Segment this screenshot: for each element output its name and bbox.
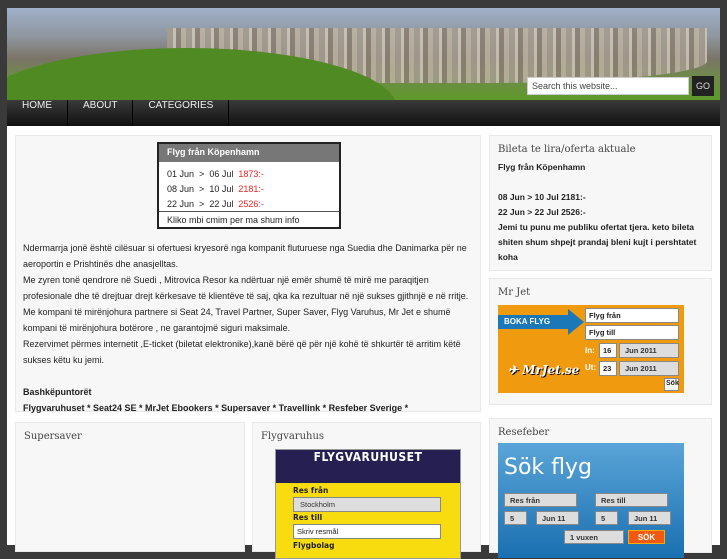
price: 2526:- <box>238 199 264 209</box>
day2-select[interactable]: 5 <box>595 511 618 525</box>
offer-table[interactable]: Flyg från Köpenhamn 01 Jun > 06 Jul 1873… <box>157 142 341 229</box>
mrjet-form: BOKA FLYG Flyg från Flyg till In: 16 Jun… <box>498 305 684 393</box>
month2-select[interactable]: Jun 11 <box>628 511 671 525</box>
passengers-select[interactable]: 1 vuxen <box>564 530 624 544</box>
flygvaruhuset-form: FLYGVARUHUSET Res från Stockholm Res til… <box>275 449 461 559</box>
sep: > <box>199 169 205 179</box>
widget-title: Resefeber <box>498 427 550 438</box>
airline-label: Flygbolag <box>293 541 335 550</box>
main-content: Flyg från Köpenhamn 01 Jun > 06 Jul 1873… <box>15 135 481 413</box>
partners-list[interactable]: Flygvaruhuset * Seat24 SE * MrJet Ebooke… <box>23 400 478 416</box>
paragraph: Me kompani të mirënjohura partnere si Se… <box>23 307 451 333</box>
arrow-icon <box>568 309 584 335</box>
header-banner: Search this website... GO <box>7 8 720 100</box>
offer-line: Flyg från Köpenhamn <box>498 162 586 172</box>
price: 1873:- <box>238 169 264 179</box>
out-day-input[interactable]: 23 <box>599 361 617 376</box>
resefeber-form: Sök flyg Res från Res till 5 Jun 11 5 Ju… <box>498 443 684 558</box>
sok-button[interactable]: Sök <box>664 378 679 391</box>
from-select[interactable]: Stockholm <box>293 497 441 512</box>
resefeber-widget: Resefeber Sök flyg Res från Res till 5 J… <box>489 418 712 558</box>
flyg-till-input[interactable]: Flyg till <box>585 325 679 340</box>
to-label: Res till <box>293 513 323 522</box>
offer-line: Jemi tu punu me publiku ofertat tjera. k… <box>498 222 697 262</box>
in-day-input[interactable]: 16 <box>599 343 617 358</box>
partners-title: Bashkëpuntorët <box>23 387 92 397</box>
widget-title: Supersaver <box>24 431 82 442</box>
price: 2181:- <box>238 184 264 194</box>
to-input[interactable]: Skriv resmål <box>293 524 441 539</box>
offer-line: 22 Jun > 22 Jul 2526:- <box>498 207 586 217</box>
offer-row[interactable]: 08 Jun > 10 Jul 2181:- <box>159 181 339 196</box>
from-label: Res från <box>293 486 329 495</box>
date-to: 22 Jul <box>209 199 234 209</box>
search-input[interactable]: Search this website... <box>527 77 689 95</box>
widget-title: Bileta te lira/oferta aktuale <box>498 144 636 155</box>
nav-categories[interactable]: CATEGORIES <box>133 100 230 126</box>
nav-home[interactable]: HOME <box>7 100 68 126</box>
res-till-select[interactable]: Res till <box>595 493 668 507</box>
sok-button[interactable]: SÖK <box>628 530 665 544</box>
month1-select[interactable]: Jun 11 <box>536 511 579 525</box>
boka-flyg-banner: BOKA FLYG <box>498 315 568 329</box>
page: Search this website... GO HOME ABOUT CAT… <box>7 8 720 559</box>
flygvaruhuset-logo: FLYGVARUHUSET <box>276 450 460 483</box>
in-month-select[interactable]: Jun 2011 <box>619 343 679 358</box>
date-from: 22 Jun <box>167 199 195 209</box>
offer-row[interactable]: 01 Jun > 06 Jul 1873:- <box>159 166 339 181</box>
paragraph: Ndermarrja jonë është cilësuar si ofertu… <box>23 243 467 269</box>
offers-widget: Bileta te lira/oferta aktuale Flyg från … <box>489 135 712 271</box>
widget-title: Mr Jet <box>498 287 531 298</box>
flyg-fran-input[interactable]: Flyg från <box>585 308 679 323</box>
offer-line: 08 Jun > 10 Jul 2181:- <box>498 192 586 202</box>
intro-text: Ndermarrja jonë është cilësuar si ofertu… <box>23 240 478 416</box>
res-fran-select[interactable]: Res från <box>504 493 577 507</box>
paragraph: Rezervimet përmes internetit ,E-ticket (… <box>23 339 461 365</box>
date-to: 06 Jul <box>209 169 234 179</box>
offer-title: Flyg från Köpenhamn <box>159 144 339 162</box>
more-info-link[interactable]: Kliko mbi cmim per ma shum info <box>159 211 339 228</box>
sep: > <box>199 184 205 194</box>
date-from: 01 Jun <box>167 169 195 179</box>
mrjet-logo: ✈ MrJet.se <box>508 363 580 377</box>
out-month-select[interactable]: Jun 2011 <box>619 361 679 376</box>
nav-bar: HOME ABOUT CATEGORIES <box>7 100 720 126</box>
nav-about[interactable]: ABOUT <box>68 100 134 126</box>
date-from: 08 Jun <box>167 184 195 194</box>
day1-select[interactable]: 5 <box>504 511 527 525</box>
flygvaruhus-widget: Flygvaruhus FLYGVARUHUSET Res från Stock… <box>252 422 481 559</box>
in-label: In: <box>585 346 595 355</box>
go-button[interactable]: GO <box>692 76 714 96</box>
sok-flyg-heading: Sök flyg <box>504 455 592 480</box>
sep: > <box>199 199 205 209</box>
paragraph: Me zyren tonë qendrore në Suedi , Mitrov… <box>23 275 469 301</box>
out-label: Ut: <box>585 363 597 372</box>
date-to: 10 Jul <box>209 184 234 194</box>
mrjet-widget: Mr Jet BOKA FLYG Flyg från Flyg till In:… <box>489 278 712 405</box>
widget-title: Flygvaruhus <box>261 431 325 442</box>
offer-row[interactable]: 22 Jun > 22 Jul 2526:- <box>159 196 339 211</box>
supersaver-widget: Supersaver <box>15 422 245 552</box>
